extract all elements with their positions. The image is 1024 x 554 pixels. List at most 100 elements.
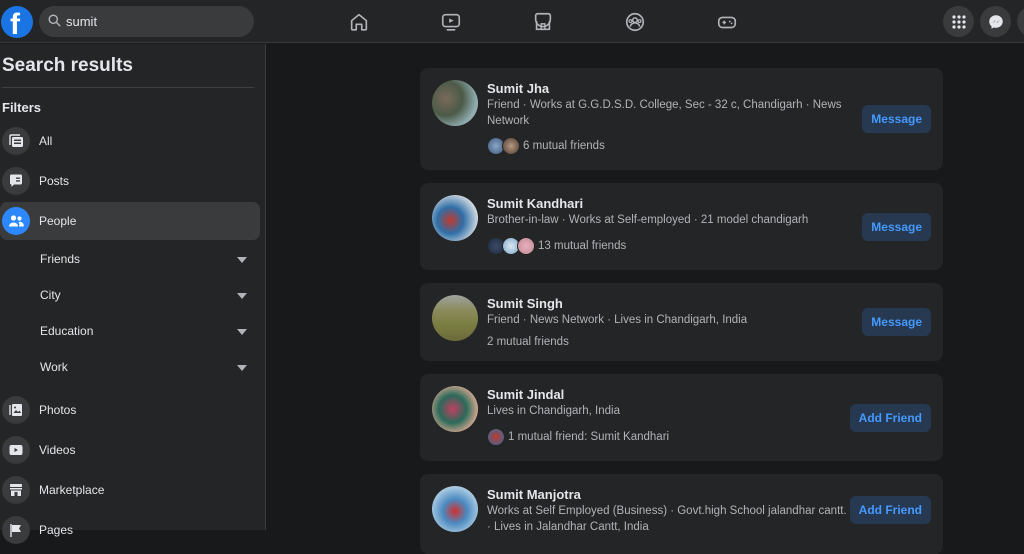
search-box[interactable] bbox=[39, 6, 254, 37]
watch-icon bbox=[441, 13, 461, 31]
profile-description: Lives in Chandigarh, India bbox=[487, 405, 620, 417]
caret-down-icon bbox=[237, 293, 247, 299]
mutual-avatar bbox=[502, 137, 520, 155]
menu-button[interactable] bbox=[943, 6, 974, 37]
messenger-icon bbox=[988, 14, 1003, 29]
mutual-friends-text: 6 mutual friends bbox=[523, 140, 605, 152]
facebook-logo[interactable]: f bbox=[1, 6, 33, 38]
marketplace-icon bbox=[10, 484, 22, 496]
filter-videos-label: Videos bbox=[39, 443, 76, 457]
mutual-friends[interactable]: 1 mutual friend: Sumit Kandhari bbox=[487, 427, 669, 447]
posts-icon-wrap bbox=[2, 167, 30, 195]
caret-down-icon bbox=[237, 329, 247, 335]
subfilter-work-label: Work bbox=[40, 360, 68, 374]
facebook-logo-glyph: f bbox=[10, 8, 20, 39]
subfilter-city-label: City bbox=[40, 288, 61, 302]
all-icon bbox=[9, 134, 23, 147]
mutual-friends-text: 13 mutual friends bbox=[538, 240, 627, 252]
page-title: Search results bbox=[2, 55, 133, 76]
subfilter-work[interactable]: Work bbox=[0, 352, 260, 382]
pages-icon-wrap bbox=[2, 516, 30, 544]
divider bbox=[2, 87, 254, 88]
message-button[interactable]: Message bbox=[862, 213, 931, 241]
filter-people-label: People bbox=[39, 214, 77, 228]
mutual-friends[interactable]: 13 mutual friends bbox=[487, 236, 626, 256]
videos-icon bbox=[9, 445, 23, 455]
pages-icon bbox=[10, 524, 21, 537]
filter-videos[interactable]: Videos bbox=[0, 431, 260, 469]
people-icon-wrap bbox=[2, 207, 30, 235]
result-card[interactable]: Sumit Manjotra Works at Self Employed (B… bbox=[420, 474, 943, 554]
result-card[interactable]: Sumit Kandhari Brother-in-law · Works at… bbox=[420, 183, 943, 270]
profile-name[interactable]: Sumit Jindal bbox=[487, 387, 564, 402]
profile-avatar[interactable] bbox=[432, 80, 478, 126]
profile-avatar[interactable] bbox=[432, 386, 478, 432]
gaming-icon bbox=[717, 16, 737, 29]
mutual-friends[interactable]: 2 mutual friends bbox=[487, 332, 569, 352]
posts-icon bbox=[10, 174, 22, 187]
mutual-friends-text: 2 mutual friends bbox=[487, 336, 569, 348]
nav-watch[interactable] bbox=[437, 8, 465, 36]
nav-groups[interactable] bbox=[621, 8, 649, 36]
messenger-button[interactable] bbox=[980, 6, 1011, 37]
search-icon bbox=[48, 14, 61, 27]
profile-name[interactable]: Sumit Manjotra bbox=[487, 487, 581, 502]
mutual-friends[interactable]: 6 mutual friends bbox=[487, 136, 605, 156]
profile-description: Brother-in-law · Works at Self-employed … bbox=[487, 214, 809, 226]
nav-marketplace[interactable] bbox=[529, 8, 557, 36]
subfilter-education[interactable]: Education bbox=[0, 316, 260, 346]
result-card[interactable]: Sumit Jha Friend · Works at G.G.D.S.D. C… bbox=[420, 68, 943, 170]
add-friend-button[interactable]: Add Friend bbox=[849, 496, 931, 524]
filter-marketplace[interactable]: Marketplace bbox=[0, 471, 260, 509]
filter-marketplace-label: Marketplace bbox=[39, 483, 105, 497]
filter-all-label: All bbox=[39, 134, 53, 148]
profile-avatar[interactable] bbox=[432, 295, 478, 341]
top-navigation-bar: f bbox=[0, 0, 1024, 43]
profile-avatar[interactable] bbox=[432, 195, 478, 241]
filter-posts-label: Posts bbox=[39, 174, 70, 188]
subfilter-city[interactable]: City bbox=[0, 280, 260, 310]
people-icon bbox=[9, 215, 24, 227]
profile-name[interactable]: Sumit Singh bbox=[487, 296, 563, 311]
mutual-avatar bbox=[517, 237, 535, 255]
result-card[interactable]: Sumit Jindal Lives in Chandigarh, India … bbox=[420, 374, 943, 461]
filter-people[interactable]: People bbox=[0, 202, 260, 240]
message-button[interactable]: Message bbox=[862, 105, 931, 133]
menu-grid-icon bbox=[951, 14, 966, 29]
profile-description: Works at Self Employed (Business) · Govt… bbox=[487, 505, 847, 533]
search-filters-sidebar: Search results Filters All Posts People … bbox=[0, 44, 266, 544]
result-card[interactable]: Sumit Singh Friend · News Network · Live… bbox=[420, 283, 943, 361]
photos-icon-wrap bbox=[2, 396, 30, 424]
marketplace-icon-wrap bbox=[2, 476, 30, 504]
filter-pages-label: Pages bbox=[39, 523, 74, 537]
subfilter-friends-label: Friends bbox=[40, 252, 81, 266]
mutual-avatar bbox=[487, 428, 505, 446]
notifications-button[interactable] bbox=[1017, 6, 1024, 37]
nav-gaming[interactable] bbox=[713, 8, 741, 36]
message-button[interactable]: Message bbox=[862, 308, 931, 336]
subfilter-education-label: Education bbox=[40, 324, 94, 338]
mutual-friends-text: 1 mutual friend: Sumit Kandhari bbox=[508, 431, 670, 443]
home-icon bbox=[350, 13, 368, 31]
filter-posts[interactable]: Posts bbox=[0, 162, 260, 200]
add-friend-button[interactable]: Add Friend bbox=[849, 404, 931, 432]
filter-pages[interactable]: Pages bbox=[0, 511, 260, 549]
filter-photos[interactable]: Photos bbox=[0, 391, 260, 429]
marketplace-icon bbox=[534, 12, 552, 31]
profile-description: Friend · News Network · Lives in Chandig… bbox=[487, 314, 748, 326]
filters-heading: Filters bbox=[2, 100, 42, 115]
all-icon-wrap bbox=[2, 127, 30, 155]
groups-icon bbox=[625, 12, 645, 32]
profile-description: Friend · Works at G.G.D.S.D. College, Se… bbox=[487, 99, 842, 127]
filter-photos-label: Photos bbox=[39, 403, 77, 417]
videos-icon-wrap bbox=[2, 436, 30, 464]
profile-name[interactable]: Sumit Kandhari bbox=[487, 196, 583, 211]
nav-home[interactable] bbox=[345, 8, 373, 36]
profile-name[interactable]: Sumit Jha bbox=[487, 81, 549, 96]
search-input[interactable] bbox=[66, 6, 246, 37]
caret-down-icon bbox=[237, 257, 247, 263]
subfilter-friends[interactable]: Friends bbox=[0, 244, 260, 274]
caret-down-icon bbox=[237, 365, 247, 371]
profile-avatar[interactable] bbox=[432, 486, 478, 532]
filter-all[interactable]: All bbox=[0, 122, 260, 160]
